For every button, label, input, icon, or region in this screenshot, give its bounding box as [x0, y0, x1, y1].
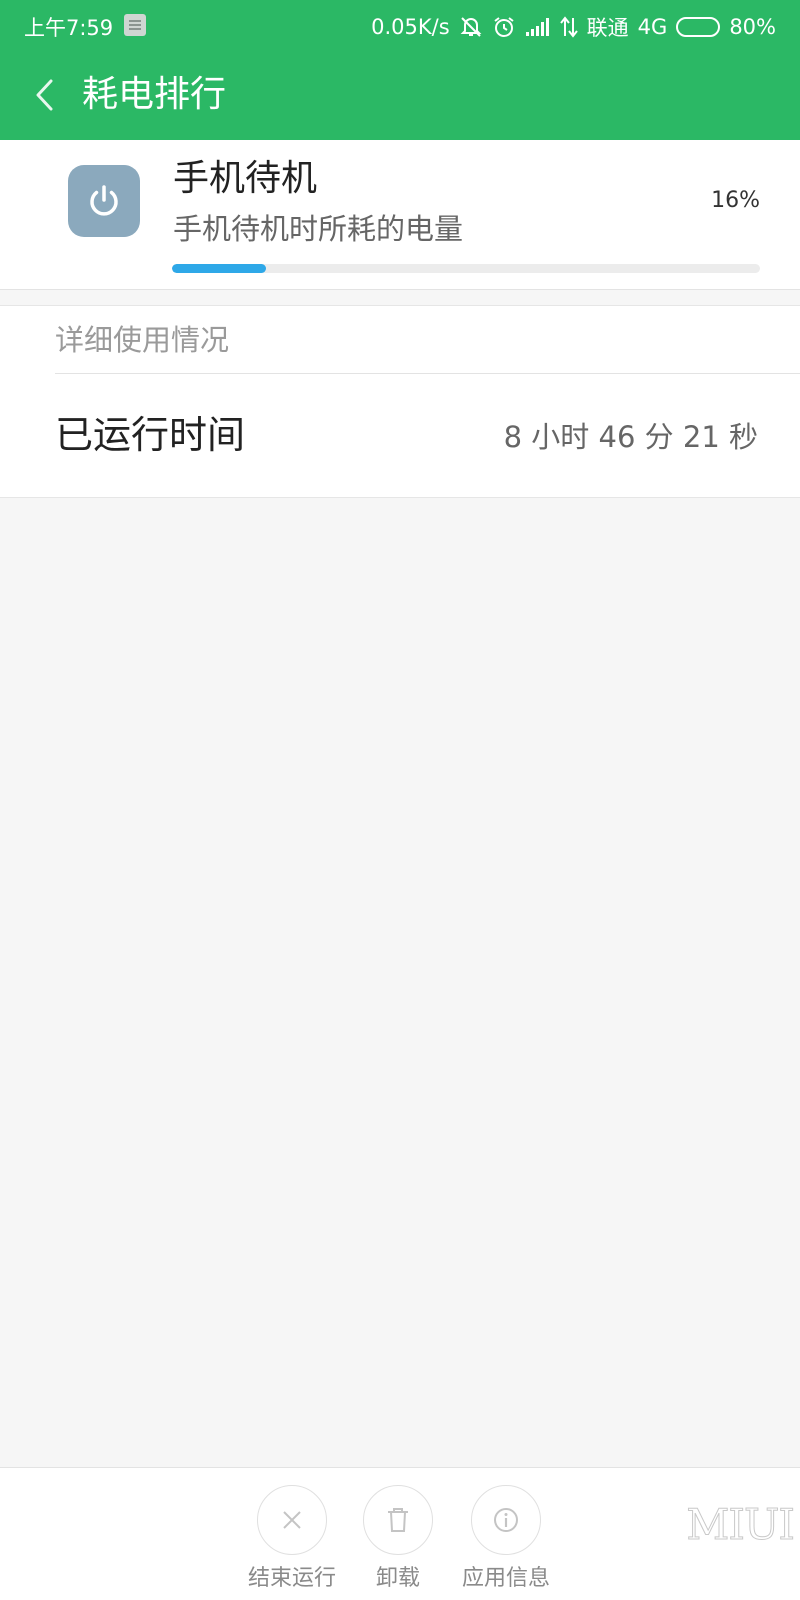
usage-percent: 16%: [711, 188, 760, 213]
silent-icon: [460, 17, 482, 37]
run-time-row: 已运行时间 8 小时 46 分 21 秒: [0, 374, 800, 498]
app-icon: [68, 165, 140, 237]
app-info-button[interactable]: 应用信息: [446, 1485, 566, 1595]
uninstall-label: 卸载: [375, 1566, 420, 1591]
status-bar: 上午7:59 0.05K/s 联通 4G 80%: [0, 0, 800, 50]
run-time-value: 8 小时 46 分 21 秒: [503, 420, 758, 454]
status-time: 上午7:59: [24, 16, 114, 40]
miui-watermark: MIUI: [686, 1500, 796, 1550]
battery-percent: 80%: [729, 15, 776, 39]
power-icon: [90, 185, 118, 216]
bottom-action-bar: 结束运行 卸载 应用信息: [0, 1467, 800, 1600]
trash-icon: [363, 1485, 433, 1555]
signal-icon: [525, 18, 549, 36]
section-title: 详细使用情况: [55, 323, 230, 357]
action-bar: 耗电排行: [0, 50, 800, 140]
uninstall-button[interactable]: 卸载: [338, 1485, 458, 1595]
net-speed: 0.05K/s: [371, 15, 450, 39]
status-right-group: 0.05K/s 联通 4G 80%: [371, 12, 776, 42]
network-type: 4G: [637, 15, 668, 39]
chevron-left-icon: [36, 79, 53, 111]
usage-progress-bar: [172, 264, 760, 273]
carrier-name: 联通: [586, 16, 629, 40]
app-info-label: 应用信息: [461, 1566, 550, 1591]
info-icon: [471, 1485, 541, 1555]
usage-summary-card: 手机待机 手机待机时所耗的电量 16%: [0, 140, 800, 290]
force-stop-button[interactable]: 结束运行: [232, 1485, 352, 1595]
close-icon: [257, 1485, 327, 1555]
force-stop-label: 结束运行: [247, 1566, 336, 1591]
back-button[interactable]: [22, 68, 68, 122]
page-title: 耗电排行: [82, 74, 227, 115]
app-description: 手机待机时所耗的电量: [173, 212, 464, 246]
data-arrows-icon: [559, 16, 578, 38]
run-time-label: 已运行时间: [55, 413, 246, 457]
app-header: 上午7:59 0.05K/s 联通 4G 80% 耗电排行: [0, 0, 800, 140]
battery-icon: [676, 17, 721, 37]
usage-progress-fill: [172, 264, 267, 273]
notification-icon: [124, 14, 146, 36]
app-name: 手机待机: [173, 158, 318, 199]
detail-section: 详细使用情况 已运行时间 8 小时 46 分 21 秒: [0, 305, 800, 498]
alarm-icon: [494, 17, 514, 37]
